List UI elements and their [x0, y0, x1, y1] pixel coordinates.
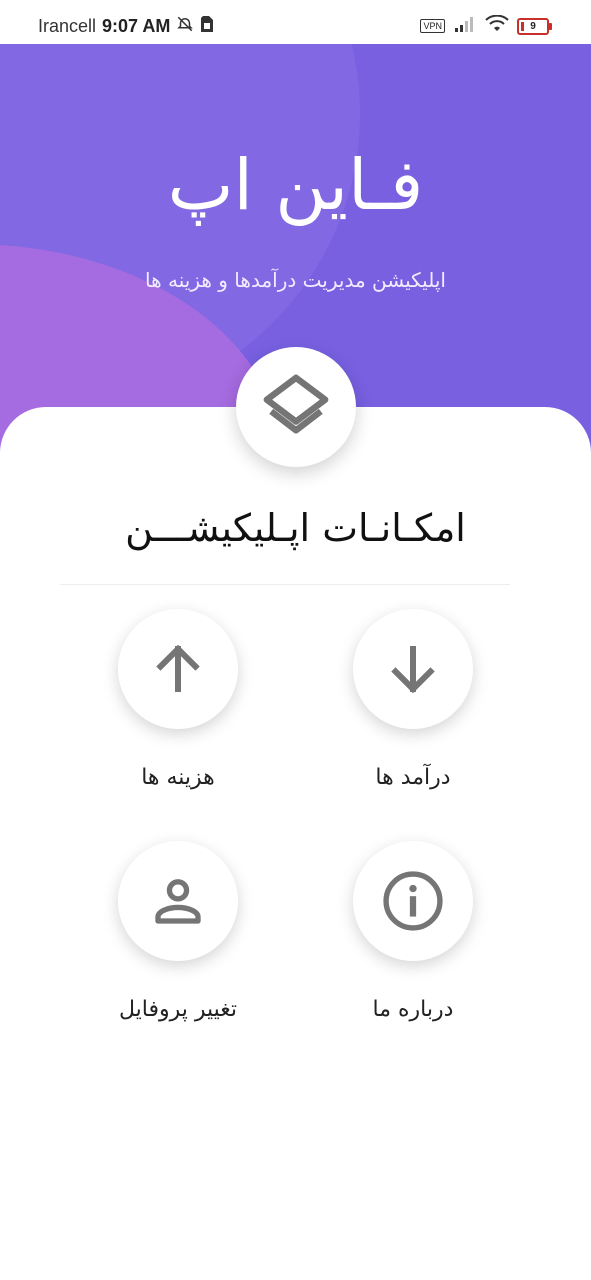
- about-us-button[interactable]: درباره ما: [313, 841, 513, 1022]
- incomes-icon-circle[interactable]: [353, 609, 473, 729]
- vpn-badge: VPN: [420, 19, 445, 33]
- edit-profile-label: تغییر پروفایل: [118, 997, 238, 1022]
- wifi-icon: [485, 14, 509, 37]
- battery-icon: 9: [517, 17, 552, 35]
- features-title: امکـانـات اپـلیکیشـــن: [125, 506, 466, 550]
- expenses-button[interactable]: هزینه ها: [78, 609, 278, 790]
- about-us-label: درباره ما: [372, 997, 454, 1022]
- profile-icon-circle[interactable]: [118, 841, 238, 961]
- incomes-label: درآمد ها: [375, 765, 451, 790]
- carrier-name: Irancell: [38, 16, 97, 36]
- signal-icon: [453, 16, 477, 36]
- alarm-off-icon: [176, 15, 194, 38]
- arrow-down-icon: [391, 646, 435, 694]
- incomes-button[interactable]: درآمد ها: [313, 609, 513, 790]
- status-bar: Irancell 9:07 AM VPN 9: [0, 0, 591, 44]
- status-left: Irancell 9:07 AM: [38, 15, 214, 38]
- app-logo: [236, 347, 356, 467]
- layers-icon: [263, 374, 329, 434]
- about-icon-circle[interactable]: [353, 841, 473, 961]
- clock-time: 9:07 AM: [102, 16, 171, 36]
- edit-profile-button[interactable]: تغییر پروفایل: [78, 841, 278, 1022]
- app-subtitle: اپلیکیشن مدیریت درآمدها و هزینه ها: [145, 268, 446, 292]
- sim-icon: [200, 15, 214, 38]
- expenses-label: هزینه ها: [141, 765, 215, 790]
- expenses-icon-circle[interactable]: [118, 609, 238, 729]
- app-title: فـاین اپ: [167, 144, 424, 226]
- divider: [60, 584, 510, 585]
- status-right: VPN 9: [420, 14, 552, 37]
- battery-level: 9: [530, 20, 536, 32]
- info-icon: [383, 871, 443, 931]
- person-icon: [155, 879, 201, 924]
- arrow-up-icon: [156, 644, 200, 692]
